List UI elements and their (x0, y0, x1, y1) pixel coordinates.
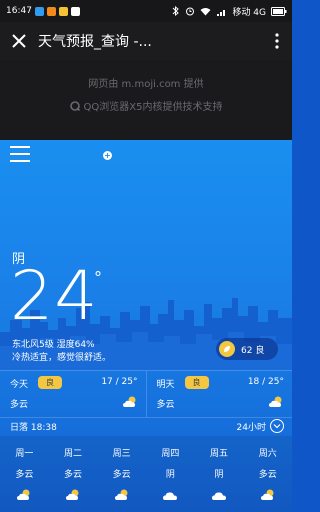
forecast-condition: 多云 (64, 470, 83, 480)
forecast-day-4[interactable]: 周四阴 (146, 436, 195, 512)
forecast-day-6[interactable]: 周六 多云 (243, 436, 292, 512)
forecast-weekday: 周一 (15, 449, 34, 459)
current-temperature: 24 (10, 257, 99, 336)
tomorrow-temp-range: 18 / 25° (247, 377, 284, 387)
network-label: 移动 4G (232, 7, 266, 18)
aqi-badge[interactable]: 62 良 (216, 338, 278, 360)
battery-icon (271, 6, 287, 16)
forecast-condition: 阴 (214, 470, 224, 480)
provided-by-text: 网页由 m.moji.com 提供 (88, 79, 204, 90)
more-vertical-icon (275, 33, 279, 49)
powered-by-text: QQ浏览器X5内核提供技术支持 (83, 102, 223, 113)
tomorrow-aqi-badge: 良 (184, 376, 209, 389)
forecast-day-1[interactable]: 周一 多云 (0, 436, 49, 512)
qq-browser-icon (69, 100, 80, 111)
hamburger-line-icon (10, 146, 30, 148)
weather-page: + 阴 24 ° 东北风5级 湿度64% 冷热适宜，感觉很舒适。 62 良 今天… (0, 140, 292, 512)
powered-by-line: QQ浏览器X5内核提供技术支持 (0, 98, 292, 113)
leaf-icon (219, 341, 235, 357)
hourly-toggle-label[interactable]: 24小时 (237, 420, 266, 433)
today-condition: 多云 (10, 400, 29, 410)
notification-app-icon-4 (70, 6, 80, 16)
weekly-forecast: 周一 多云 周二 多云 周三 多云 周四阴周五阴周六 多云 (0, 436, 292, 512)
signal-icon (217, 9, 226, 16)
notification-app-icon-3 (58, 6, 68, 16)
cloudy-icon (195, 488, 244, 502)
tomorrow-condition: 多云 (156, 400, 175, 410)
page-title: 天气预报_查询 -... (38, 34, 152, 50)
today-temp-range: 17 / 25° (101, 377, 138, 387)
partly-cloudy-icon (122, 395, 138, 412)
close-icon (12, 34, 26, 48)
wind-humidity: 东北风5级 湿度64% (12, 340, 95, 350)
status-time: 16:47 (6, 6, 32, 16)
forecast-condition: 多云 (258, 470, 277, 480)
sunset-time: 日落 18:38 (10, 422, 57, 433)
add-city-icon[interactable]: + (103, 151, 112, 160)
forecast-day-5[interactable]: 周五阴 (195, 436, 244, 512)
notification-app-icon-1 (34, 6, 44, 16)
notification-app-icon-2 (46, 6, 56, 16)
sunset-row: 日落 18:38 24小时 (0, 416, 292, 436)
aqi-value: 62 良 (241, 345, 265, 356)
partly-cloudy-icon (0, 488, 49, 502)
forecast-weekday: 周六 (258, 449, 277, 459)
degree-symbol: ° (94, 268, 102, 287)
today-label: 今天 (10, 380, 29, 390)
bluetooth-icon (173, 6, 180, 16)
hamburger-line-icon (10, 153, 30, 155)
forecast-weekday: 周二 (64, 449, 83, 459)
browser-toolbar: 天气预报_查询 -... (0, 22, 292, 60)
forecast-weekday: 周四 (161, 449, 180, 459)
forecast-day-2[interactable]: 周二 多云 (49, 436, 98, 512)
more-options-button[interactable] (262, 22, 292, 60)
chevron-down-icon[interactable] (270, 419, 284, 433)
today-aqi-badge: 良 (38, 376, 62, 389)
menu-button[interactable] (10, 146, 30, 164)
partly-cloudy-icon (49, 488, 98, 502)
status-bar: 16:47 移动 4G (0, 0, 292, 22)
hamburger-line-icon (10, 160, 30, 162)
forecast-weekday: 周三 (112, 449, 131, 459)
wifi-icon (200, 7, 211, 15)
tomorrow-label: 明天 (156, 380, 175, 390)
cloudy-icon (146, 488, 195, 502)
partly-cloudy-icon (243, 488, 292, 502)
forecast-condition: 多云 (112, 470, 131, 480)
alarm-icon (186, 7, 195, 16)
forecast-condition: 阴 (165, 470, 175, 480)
today-tomorrow-row: 今天 良 17 / 25° 多云 明天 良 18 / 25° 多云 (0, 370, 292, 418)
tomorrow-card[interactable]: 明天 良 18 / 25° 多云 (145, 371, 293, 417)
partly-cloudy-icon (268, 395, 284, 412)
forecast-condition: 多云 (15, 470, 34, 480)
close-button[interactable] (0, 22, 38, 60)
browser-info-area: 网页由 m.moji.com 提供 QQ浏览器X5内核提供技术支持 (0, 60, 292, 140)
today-card[interactable]: 今天 良 17 / 25° 多云 (0, 371, 146, 417)
forecast-weekday: 周五 (210, 449, 229, 459)
comfort-description: 冷热适宜，感觉很舒适。 (12, 353, 112, 363)
forecast-day-3[interactable]: 周三 多云 (97, 436, 146, 512)
partly-cloudy-icon (97, 488, 146, 502)
